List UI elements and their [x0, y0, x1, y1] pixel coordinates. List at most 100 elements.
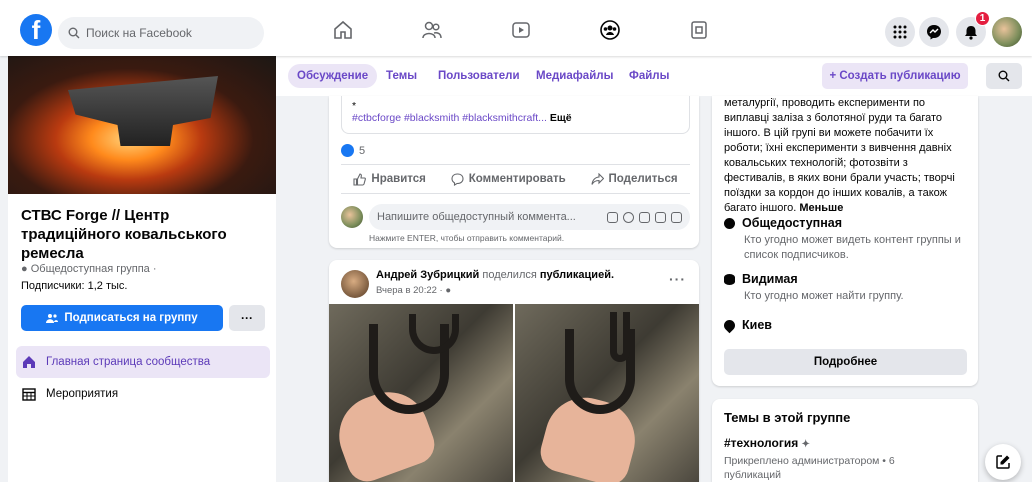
- comment-button[interactable]: Комментировать: [451, 172, 566, 186]
- eye-icon: [724, 273, 735, 285]
- emoji-icon[interactable]: [623, 211, 634, 223]
- share-label: Поделиться: [608, 173, 678, 185]
- comment-placeholder: Напишите общедоступный коммента...: [377, 211, 576, 223]
- visibility-desc: Кто угодно может найти группу.: [744, 290, 904, 302]
- location-label[interactable]: Киев: [742, 318, 772, 332]
- group-sidebar: СТВС Forge // Центр традиційного ковальс…: [8, 56, 276, 482]
- post-photo[interactable]: [329, 304, 513, 482]
- more-details-button[interactable]: Подробнее: [724, 349, 967, 375]
- group-privacy: ● Общедоступная группа ·: [21, 263, 157, 275]
- description-text: металургії, проводить експерименти по ви…: [724, 97, 955, 214]
- account-avatar[interactable]: [992, 17, 1022, 47]
- timestamp-label: Вчера в 20:22 ·: [376, 285, 443, 296]
- location-pin-icon: [721, 317, 738, 333]
- search-input[interactable]: Поиск на Facebook: [58, 17, 264, 49]
- like-button[interactable]: Нравится: [353, 172, 426, 186]
- post-photo[interactable]: [515, 304, 699, 482]
- group-subscribers[interactable]: Подписчики: 1,2 тыс.: [21, 280, 127, 292]
- menu-item-community-home[interactable]: Главная страница сообщества: [16, 346, 270, 378]
- facebook-logo[interactable]: f: [20, 14, 52, 46]
- post-timestamp[interactable]: Вчера в 20:22 · ●: [376, 285, 451, 296]
- globe-icon: ●: [21, 263, 28, 275]
- post-hashtags[interactable]: #ctbcforge #blacksmith #blacksmithcraft.…: [352, 112, 547, 124]
- notifications-badge: 1: [975, 11, 990, 26]
- friends-icon[interactable]: [418, 16, 446, 44]
- post-card: Андрей Зубрицкий поделился публикацией. …: [329, 260, 699, 482]
- avatar-sticker-icon[interactable]: [607, 211, 618, 223]
- post-header: Андрей Зубрицкий поделился публикацией.: [376, 269, 614, 281]
- topic-tag[interactable]: #технология ✦: [724, 436, 810, 450]
- group-more-button[interactable]: ···: [229, 305, 265, 331]
- top-navigation-bar: f Поиск на Facebook 1: [0, 0, 1032, 56]
- group-join-icon: [46, 314, 59, 323]
- gif-icon[interactable]: [655, 211, 666, 223]
- globe-icon: [724, 217, 735, 229]
- shared-post-link[interactable]: публикацией.: [540, 269, 614, 281]
- enter-hint: Нажмите ENTER, чтобы отправить комментар…: [369, 233, 565, 243]
- globe-icon: ●: [445, 285, 452, 296]
- visibility-title: Видимая: [742, 272, 798, 286]
- about-card: металургії, проводить експерименти по ви…: [712, 96, 978, 386]
- reactions-summary[interactable]: 5: [341, 144, 365, 157]
- search-icon: [68, 27, 80, 39]
- author-name[interactable]: Андрей Зубрицкий: [376, 269, 479, 281]
- tab-members[interactable]: Пользователи: [438, 64, 520, 88]
- location-info: Киев: [721, 317, 974, 333]
- tab-topics[interactable]: Темы: [386, 64, 417, 88]
- group-tabs: Обсуждение Темы Пользователи Медиафайлы …: [276, 56, 1032, 96]
- post-actions: Нравится Комментировать Поделиться: [341, 164, 690, 194]
- group-search-button[interactable]: [986, 63, 1022, 89]
- watch-icon[interactable]: [507, 16, 535, 44]
- like-count: 5: [359, 144, 366, 157]
- home-filled-icon: [23, 356, 35, 368]
- comment-input[interactable]: Напишите общедоступный коммента...: [369, 204, 690, 230]
- tab-files[interactable]: Файлы: [629, 64, 669, 88]
- topic-tag-label: #технология: [724, 436, 799, 450]
- compose-icon: [996, 455, 1010, 469]
- privacy-info: Общедоступная Кто угодно может видеть ко…: [724, 216, 974, 263]
- gaming-icon[interactable]: [685, 16, 713, 44]
- post-options-button[interactable]: ···: [669, 271, 686, 287]
- show-less-link[interactable]: Меньше: [799, 202, 843, 214]
- create-post-button[interactable]: + Создать публикацию: [822, 63, 968, 89]
- pin-icon: ✦: [801, 439, 810, 450]
- like-label: Нравится: [371, 173, 426, 185]
- groups-icon[interactable]: [596, 16, 624, 44]
- share-icon: [590, 172, 604, 185]
- menu-item-events[interactable]: Мероприятия: [16, 378, 270, 410]
- menu-item-label: Главная страница сообщества: [46, 356, 211, 368]
- topic-pinned-info: Прикреплено администратором • 6 публикац…: [724, 455, 895, 481]
- tab-discussion[interactable]: Обсуждение: [288, 64, 378, 88]
- camera-icon[interactable]: [639, 211, 650, 223]
- like-reaction-icon: [341, 144, 354, 157]
- tab-media[interactable]: Медиафайлы: [536, 64, 613, 88]
- sticker-icon[interactable]: [671, 211, 682, 223]
- comment-label: Комментировать: [468, 173, 566, 185]
- topics-title: Темы в этой группе: [724, 410, 851, 425]
- menu-item-label: Мероприятия: [46, 388, 119, 400]
- author-avatar[interactable]: [341, 270, 369, 298]
- comment-icon: [451, 172, 464, 186]
- post-bullet: *: [352, 100, 357, 112]
- home-icon[interactable]: [329, 16, 357, 44]
- group-privacy-label: Общедоступная группа ·: [30, 263, 157, 275]
- subscribe-button[interactable]: Подписаться на группу: [21, 305, 223, 331]
- post-card: * #ctbcforge #blacksmith #blacksmithcraf…: [329, 96, 699, 248]
- calendar-icon: [22, 388, 36, 401]
- new-message-button[interactable]: [985, 444, 1021, 480]
- privacy-desc: Кто угодно может видеть контент группы и…: [744, 234, 961, 261]
- visibility-info: Видимая Кто угодно может найти группу.: [724, 272, 974, 304]
- thumbs-up-icon: [353, 172, 367, 186]
- messenger-icon[interactable]: [919, 17, 949, 47]
- post-text: * #ctbcforge #blacksmith #blacksmithcraf…: [341, 96, 690, 134]
- share-button[interactable]: Поделиться: [590, 172, 678, 186]
- search-placeholder: Поиск на Facebook: [86, 26, 192, 40]
- privacy-title: Общедоступная: [742, 216, 843, 230]
- comment-composer: Напишите общедоступный коммента...: [341, 202, 690, 232]
- notifications-icon[interactable]: 1: [956, 11, 990, 47]
- topics-card: Темы в этой группе #технология ✦ Прикреп…: [712, 399, 978, 482]
- menu-grid-icon[interactable]: [885, 17, 915, 47]
- subscribe-label: Подписаться на группу: [64, 312, 198, 324]
- see-more-link[interactable]: Ещё: [550, 112, 572, 124]
- group-title[interactable]: СТВС Forge // Центр традиційного ковальс…: [21, 206, 261, 263]
